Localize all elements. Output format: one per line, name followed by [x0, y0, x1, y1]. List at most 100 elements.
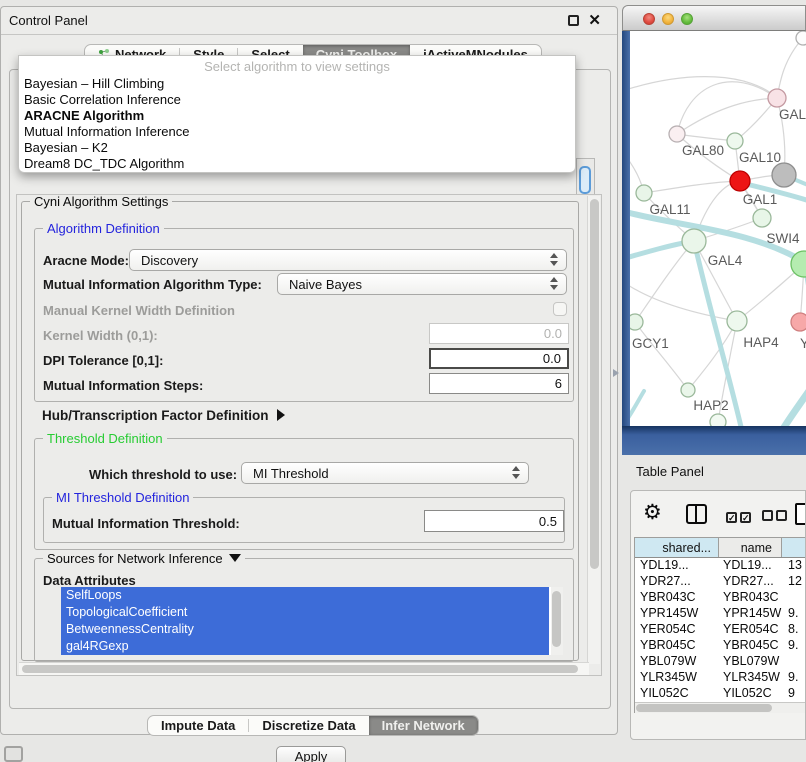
aracne-mode-combobox[interactable]: Discovery — [129, 249, 567, 271]
network-canvas[interactable]: GAL GAL80 GAL10 GAL1 GAL11 SWI4 GAL4 GCY… — [630, 31, 806, 426]
node-label: HAP4 — [743, 335, 779, 350]
collapsed-arrow-icon — [277, 409, 285, 421]
table-row[interactable]: YBL079WYBL079W — [635, 654, 806, 670]
node-gcy1[interactable] — [630, 314, 643, 330]
network-window-titlebar[interactable] — [622, 5, 806, 31]
dropdown-item[interactable]: Mutual Information Inference — [19, 124, 575, 140]
list-item[interactable]: gal4RGexp — [61, 638, 549, 655]
data-attributes-label: Data Attributes — [43, 573, 136, 588]
node-gal80[interactable] — [669, 126, 685, 142]
aracne-mode-value: Discovery — [141, 253, 198, 268]
mi-steps-field[interactable]: 6 — [429, 373, 569, 394]
column-header-name[interactable]: name — [719, 538, 782, 557]
node-gal10[interactable] — [727, 133, 743, 149]
data-attributes-list[interactable]: SelfLoops TopologicalCoefficient Between… — [61, 587, 563, 655]
kernel-width-label: Kernel Width (0,1): — [43, 328, 158, 343]
sources-title[interactable]: Sources for Network Inference — [43, 551, 245, 566]
list-item[interactable]: TopologicalCoefficient — [61, 604, 549, 621]
mi-type-value: Naive Bayes — [289, 277, 362, 292]
node-unlabeled[interactable] — [796, 31, 806, 45]
table-row[interactable]: YBR043CYBR043C — [635, 590, 806, 606]
bottom-tabs: Impute Data Discretize Data Infer Networ… — [147, 715, 479, 736]
table-row[interactable]: YBR045CYBR045C9. — [635, 638, 806, 654]
node-gray[interactable] — [772, 163, 796, 187]
column-header-shared-name[interactable]: shared... — [635, 538, 719, 557]
settings-horizontal-scrollbar[interactable] — [19, 662, 589, 675]
table-row[interactable]: YLR345WYLR345W9. — [635, 670, 806, 686]
window-title: Control Panel — [9, 13, 88, 28]
table-row[interactable]: YDL19...YDL19...13 — [635, 558, 806, 574]
table-row[interactable]: YIL052CYIL052C9 — [635, 686, 806, 701]
control-panel-titlebar[interactable]: Control Panel ✕ — [1, 7, 617, 33]
deselect-all-checkboxes-icon[interactable] — [762, 508, 790, 526]
screen: Control Panel ✕ Network Style Select Cy — [0, 0, 806, 762]
apply-button[interactable]: Apply — [276, 746, 346, 762]
node-gal4[interactable] — [682, 229, 706, 253]
dropdown-item[interactable]: Dream8 DC_TDC Algorithm — [19, 156, 575, 172]
close-icon[interactable]: ✕ — [588, 11, 601, 29]
columns-icon[interactable] — [686, 504, 707, 524]
gear-icon[interactable]: ⚙ — [643, 500, 662, 525]
dropdown-placeholder: Select algorithm to view settings — [19, 56, 575, 76]
mi-type-combobox[interactable]: Naive Bayes — [277, 273, 567, 295]
mi-threshold-group: MI Threshold Definition Mutual Informati… — [43, 497, 565, 543]
collapsed-panel-icon[interactable] — [4, 746, 23, 762]
node-salmon[interactable] — [791, 313, 806, 331]
table-horizontal-scrollbar[interactable] — [635, 702, 806, 713]
tab-discretize-data[interactable]: Discretize Data — [249, 716, 368, 735]
node-label: GAL80 — [682, 143, 724, 158]
node-gal7[interactable] — [768, 89, 786, 107]
table-panel-title: Table Panel — [636, 464, 704, 479]
dropdown-item[interactable]: Basic Correlation Inference — [19, 92, 575, 108]
node-label: GCY1 — [632, 336, 669, 351]
titlebar-divider — [1, 34, 617, 35]
mac-zoom-icon[interactable] — [681, 13, 693, 25]
node-gal1-selected[interactable] — [730, 171, 750, 191]
tab-impute-data-label: Impute Data — [161, 718, 235, 733]
tab-impute-data[interactable]: Impute Data — [148, 716, 248, 735]
network-window-frame-bottom — [622, 426, 806, 455]
splitter-handle[interactable] — [613, 369, 619, 377]
table-row[interactable]: YPR145WYPR145W9. — [635, 606, 806, 622]
node-hap2[interactable] — [681, 383, 695, 397]
settings-vertical-scrollbar[interactable] — [587, 196, 600, 664]
node-hap4[interactable] — [727, 311, 747, 331]
obscured-focus-ring — [579, 166, 591, 194]
node-gal11[interactable] — [636, 185, 652, 201]
manual-kernel-checkbox[interactable] — [553, 302, 567, 316]
node-swi4[interactable] — [753, 209, 771, 227]
hub-definition-toggle[interactable]: Hub/Transcription Factor Definition — [42, 408, 285, 423]
list-item[interactable]: SelfLoops — [61, 587, 549, 604]
column-header-partial[interactable] — [782, 538, 806, 557]
mac-minimize-icon[interactable] — [662, 13, 674, 25]
list-item[interactable]: BetweennessCentrality — [61, 621, 549, 638]
settings-scroll-area: Cyni Algorithm Settings Algorithm Defini… — [16, 194, 602, 676]
table-function-icon[interactable] — [795, 503, 806, 525]
mi-threshold-value: 0.5 — [539, 514, 557, 529]
table-row[interactable]: YDR27...YDR27...12 — [635, 574, 806, 590]
network-view-window: GAL GAL80 GAL10 GAL1 GAL11 SWI4 GAL4 GCY… — [622, 5, 806, 455]
algorithm-definition-group: Algorithm Definition Aracne Mode: Discov… — [34, 228, 574, 402]
node-label: Y — [800, 336, 806, 351]
which-threshold-value: MI Threshold — [253, 466, 329, 481]
mi-type-label: Mutual Information Algorithm Type: — [43, 277, 262, 292]
dpi-tolerance-field[interactable]: 0.0 — [429, 348, 569, 369]
mi-threshold-label: Mutual Information Threshold: — [52, 516, 240, 531]
which-threshold-combobox[interactable]: MI Threshold — [241, 462, 529, 484]
kernel-width-field[interactable]: 0.0 — [429, 323, 569, 344]
list-scrollbar[interactable] — [551, 587, 563, 655]
node-label: GAL1 — [743, 192, 778, 207]
select-all-checkboxes-icon[interactable]: ✓✓ — [726, 508, 754, 526]
dropdown-item[interactable]: Bayesian – Hill Climbing — [19, 76, 575, 92]
node-partial-bottom[interactable] — [710, 414, 726, 426]
dropdown-item-selected[interactable]: ARACNE Algorithm — [19, 108, 575, 124]
mac-close-icon[interactable] — [643, 13, 655, 25]
table-panel: ⚙ ✓✓ shared... name YDL19...YDL19...13 Y… — [630, 490, 806, 740]
node-label: GAL11 — [649, 202, 690, 217]
table-row[interactable]: YER054CYER054C8. — [635, 622, 806, 638]
dropdown-item[interactable]: Bayesian – K2 — [19, 140, 575, 156]
tab-infer-network[interactable]: Infer Network — [369, 716, 478, 735]
mi-threshold-field[interactable]: 0.5 — [424, 510, 564, 532]
tab-infer-network-label: Infer Network — [382, 718, 465, 733]
float-window-icon[interactable] — [568, 15, 579, 26]
